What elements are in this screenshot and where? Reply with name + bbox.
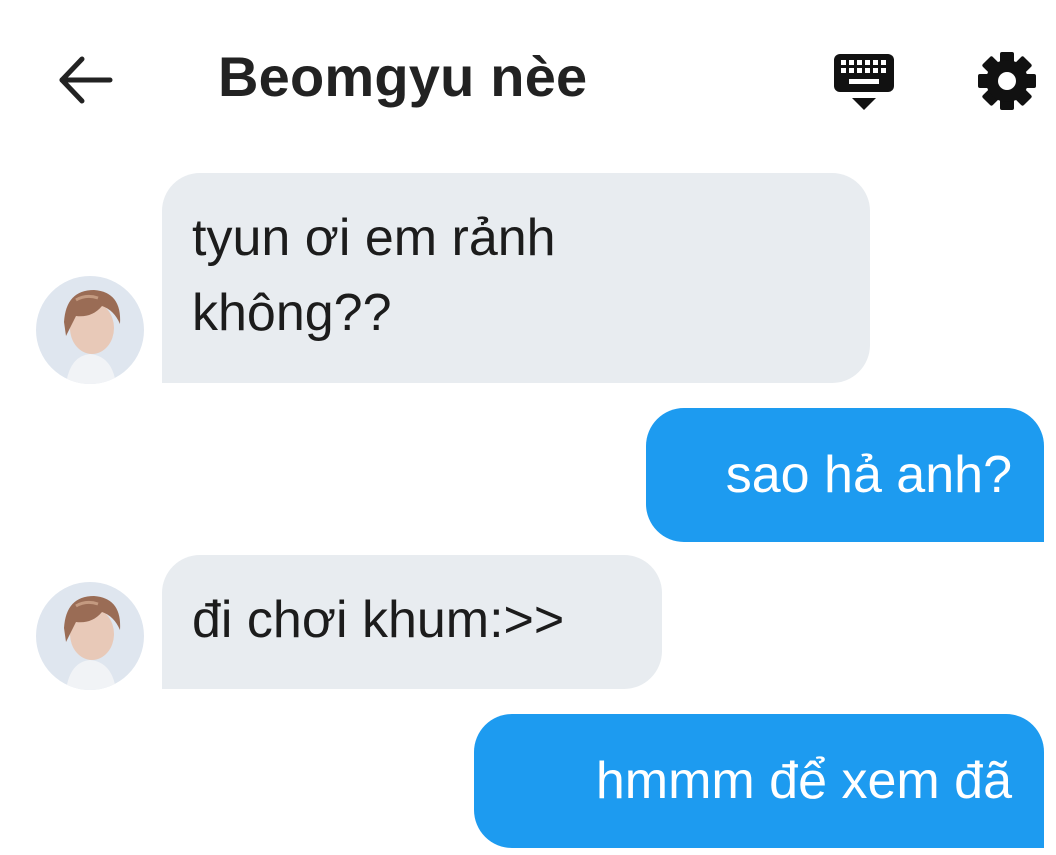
message-bubble-incoming[interactable]: đi chơi khum:>> bbox=[162, 555, 662, 689]
arrow-left-icon bbox=[59, 56, 113, 104]
avatar-photo bbox=[36, 582, 144, 690]
settings-button[interactable] bbox=[976, 50, 1038, 112]
conversation-title: Beomgyu nèe bbox=[218, 45, 588, 108]
message-bubble-outgoing[interactable]: sao hả anh? bbox=[646, 408, 1044, 542]
gear-icon bbox=[978, 52, 1036, 110]
message-line: không?? bbox=[192, 284, 392, 342]
message-line: hmmm để xem đã bbox=[595, 752, 1012, 810]
keyboard-toggle-button[interactable] bbox=[830, 52, 898, 114]
chat-header: Beomgyu nèe bbox=[0, 0, 1056, 160]
message-bubble-incoming[interactable]: tyun ơi em rảnh không?? bbox=[162, 173, 870, 383]
keyboard-hide-icon bbox=[834, 54, 894, 110]
message-line: đi chơi khum:>> bbox=[192, 591, 565, 649]
message-bubble-outgoing[interactable]: hmmm để xem đã bbox=[474, 714, 1044, 848]
contact-avatar[interactable] bbox=[36, 582, 144, 690]
message-line: tyun ơi em rảnh bbox=[192, 209, 556, 267]
avatar-photo bbox=[36, 276, 144, 384]
back-button[interactable] bbox=[52, 50, 116, 110]
contact-avatar[interactable] bbox=[36, 276, 144, 384]
message-line: sao hả anh? bbox=[725, 446, 1012, 504]
